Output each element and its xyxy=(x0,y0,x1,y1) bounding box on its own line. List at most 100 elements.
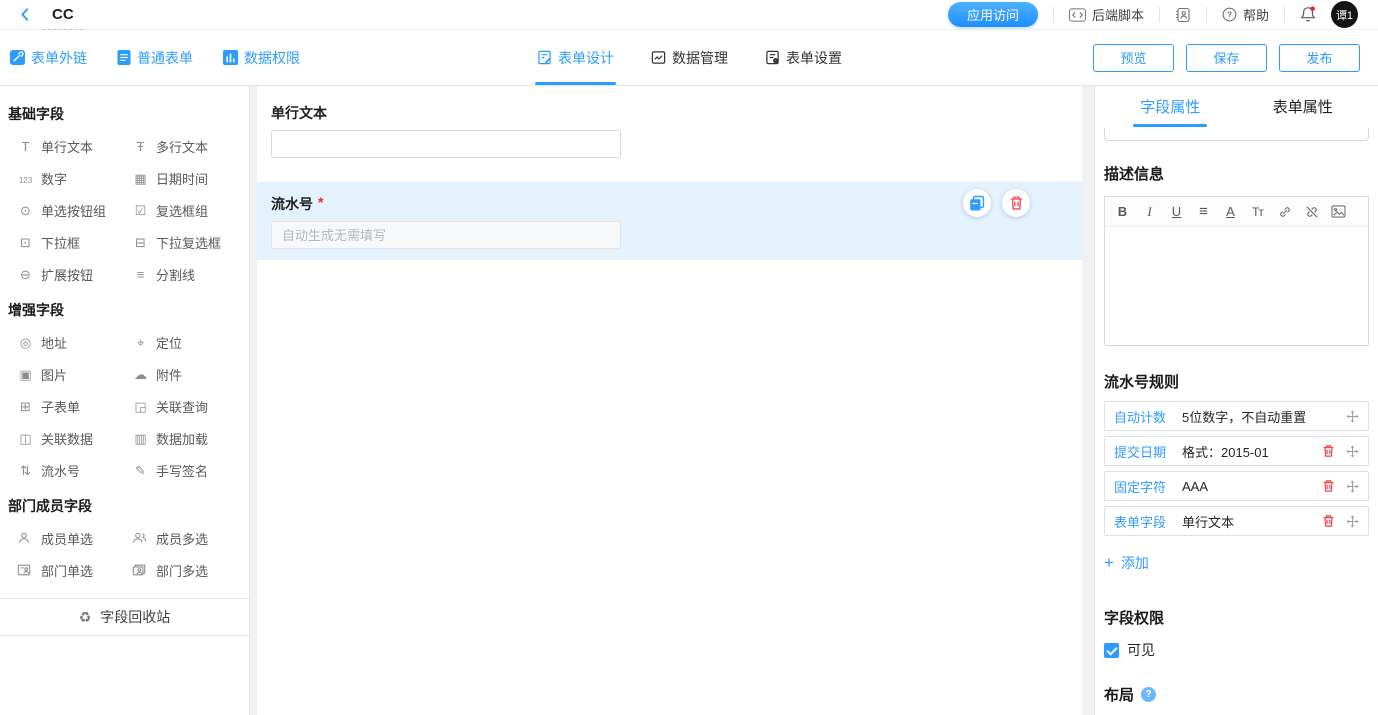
rule-value: 单行文本 xyxy=(1182,512,1322,531)
tab-field-properties[interactable]: 字段属性 xyxy=(1104,86,1237,126)
data-permission-button[interactable]: 数据权限 xyxy=(223,48,300,68)
plus-icon: + xyxy=(1104,556,1114,570)
field-item-data-load[interactable]: 数据加载 xyxy=(132,431,249,446)
field-item-signature[interactable]: 手写签名 xyxy=(132,463,249,478)
field-item-label: 定位 xyxy=(156,333,182,352)
insert-image-icon[interactable] xyxy=(1325,201,1352,223)
data-permission-label: 数据权限 xyxy=(244,48,300,68)
rule-type-link[interactable]: 提交日期 xyxy=(1114,442,1182,461)
back-icon[interactable] xyxy=(18,7,32,22)
field-item-dept-single[interactable]: 部门单选 xyxy=(17,563,132,578)
single-line-text-input[interactable] xyxy=(271,130,621,158)
svg-text:?: ? xyxy=(1227,10,1232,20)
normal-form-button[interactable]: 普通表单 xyxy=(117,48,193,68)
serial-rule-row: 表单字段 单行文本 xyxy=(1104,506,1369,536)
publish-button[interactable]: 发布 xyxy=(1279,44,1360,72)
attachment-icon xyxy=(132,367,149,382)
add-rule-button[interactable]: + 添加 xyxy=(1104,553,1174,573)
underline-icon[interactable] xyxy=(1163,201,1190,223)
field-item-member-multi[interactable]: 成员多选 xyxy=(132,531,249,546)
italic-icon[interactable] xyxy=(1136,201,1163,223)
field-item-attachment[interactable]: 附件 xyxy=(132,367,249,382)
backend-script-button[interactable]: 后端脚本 xyxy=(1069,5,1144,24)
layout-help-icon[interactable] xyxy=(1141,687,1156,702)
font-color-icon[interactable] xyxy=(1217,201,1244,223)
tab-form-properties-label: 表单属性 xyxy=(1273,96,1333,117)
field-item-label: 部门多选 xyxy=(156,561,208,580)
field-item-multi-line-text[interactable]: 多行文本 xyxy=(132,139,249,154)
field-title-input-partial[interactable] xyxy=(1104,128,1369,141)
visible-checkbox[interactable] xyxy=(1104,643,1119,658)
normal-form-icon xyxy=(117,50,131,65)
tab-form-design-label: 表单设计 xyxy=(558,48,614,68)
rule-type-link[interactable]: 表单字段 xyxy=(1114,512,1182,531)
field-item-extend-button[interactable]: 扩展按钮 xyxy=(17,267,132,282)
field-item-linked-query[interactable]: 关联查询 xyxy=(132,399,249,414)
field-item-locate[interactable]: 定位 xyxy=(132,335,249,350)
form-canvas[interactable]: 单行文本 流水号 * xyxy=(257,86,1082,715)
align-icon[interactable] xyxy=(1190,201,1217,223)
serial-number-input[interactable] xyxy=(271,221,621,249)
delete-field-button[interactable] xyxy=(1002,189,1030,217)
field-item-subform[interactable]: 子表单 xyxy=(17,399,132,414)
tab-form-settings[interactable]: 表单设置 xyxy=(765,30,842,85)
delete-rule-icon[interactable] xyxy=(1322,479,1335,493)
field-item-single-line-text[interactable]: 单行文本 xyxy=(17,139,132,154)
field-item-image[interactable]: 图片 xyxy=(17,367,132,382)
link-icon[interactable] xyxy=(1271,201,1298,223)
move-handle-icon[interactable] xyxy=(1346,410,1359,423)
field-item-linked-data[interactable]: 关联数据 xyxy=(17,431,132,446)
preview-button[interactable]: 预览 xyxy=(1093,44,1174,72)
data-load-icon xyxy=(132,431,149,446)
field-item-label: 附件 xyxy=(156,365,182,384)
delete-rule-icon[interactable] xyxy=(1322,444,1335,458)
field-recycle-bin-button[interactable]: 字段回收站 xyxy=(0,598,249,636)
tab-form-design[interactable]: 表单设计 xyxy=(537,30,614,85)
help-button[interactable]: ? 帮助 xyxy=(1222,5,1269,24)
field-item-checkbox-group[interactable]: 复选框组 xyxy=(132,203,249,218)
tab-data-manage[interactable]: 数据管理 xyxy=(651,30,728,85)
app-title[interactable]: CC xyxy=(52,6,74,23)
move-handle-icon[interactable] xyxy=(1346,445,1359,458)
image-field-icon xyxy=(17,367,34,382)
field-item-dept-multi[interactable]: 部门多选 xyxy=(132,563,249,578)
required-asterisk: * xyxy=(318,194,323,210)
data-permission-icon xyxy=(223,50,238,65)
rule-type-link[interactable]: 自动计数 xyxy=(1114,407,1182,426)
field-item-member-single[interactable]: 成员单选 xyxy=(17,531,132,546)
field-item-divider[interactable]: 分割线 xyxy=(132,267,249,282)
copy-field-button[interactable] xyxy=(963,189,991,217)
canvas-field-serial-number[interactable]: 流水号 * xyxy=(257,182,1082,260)
description-editor-body[interactable] xyxy=(1105,227,1368,345)
field-item-multi-select[interactable]: 下拉复选框 xyxy=(132,235,249,250)
save-button[interactable]: 保存 xyxy=(1186,44,1267,72)
field-item-select[interactable]: 下拉框 xyxy=(17,235,132,250)
move-handle-icon[interactable] xyxy=(1346,480,1359,493)
canvas-background: 单行文本 流水号 * xyxy=(250,86,1094,715)
field-item-number[interactable]: 数字 xyxy=(17,171,132,186)
field-item-label: 下拉复选框 xyxy=(156,233,221,252)
field-item-radio-group[interactable]: 单选按钮组 xyxy=(17,203,132,218)
canvas-field-single-line-text[interactable]: 单行文本 xyxy=(257,86,1082,182)
tab-form-properties[interactable]: 表单属性 xyxy=(1237,86,1370,126)
form-external-link-button[interactable]: 表单外链 xyxy=(10,48,87,68)
contacts-icon[interactable] xyxy=(1175,7,1191,23)
notification-bell-icon[interactable] xyxy=(1300,6,1316,23)
unlink-icon[interactable] xyxy=(1298,201,1325,223)
serial-rule-row: 提交日期 格式：2015-01 xyxy=(1104,436,1369,466)
user-avatar[interactable]: 谭1 xyxy=(1331,1,1358,28)
rule-value: 格式：2015-01 xyxy=(1182,442,1322,461)
field-item-serial-number[interactable]: 流水号 xyxy=(17,463,132,478)
rule-type-link[interactable]: 固定字符 xyxy=(1114,477,1182,496)
font-size-icon[interactable] xyxy=(1244,201,1271,223)
delete-rule-icon[interactable] xyxy=(1322,514,1335,528)
app-access-button[interactable]: 应用访问 xyxy=(948,2,1038,27)
field-item-label: 单行文本 xyxy=(41,137,93,156)
bold-icon[interactable] xyxy=(1109,201,1136,223)
move-handle-icon[interactable] xyxy=(1346,515,1359,528)
field-item-label: 关联数据 xyxy=(41,429,93,448)
add-rule-label: 添加 xyxy=(1121,553,1149,573)
field-item-datetime[interactable]: 日期时间 xyxy=(132,171,249,186)
header-divider xyxy=(1159,7,1160,22)
field-item-address[interactable]: 地址 xyxy=(17,335,132,350)
